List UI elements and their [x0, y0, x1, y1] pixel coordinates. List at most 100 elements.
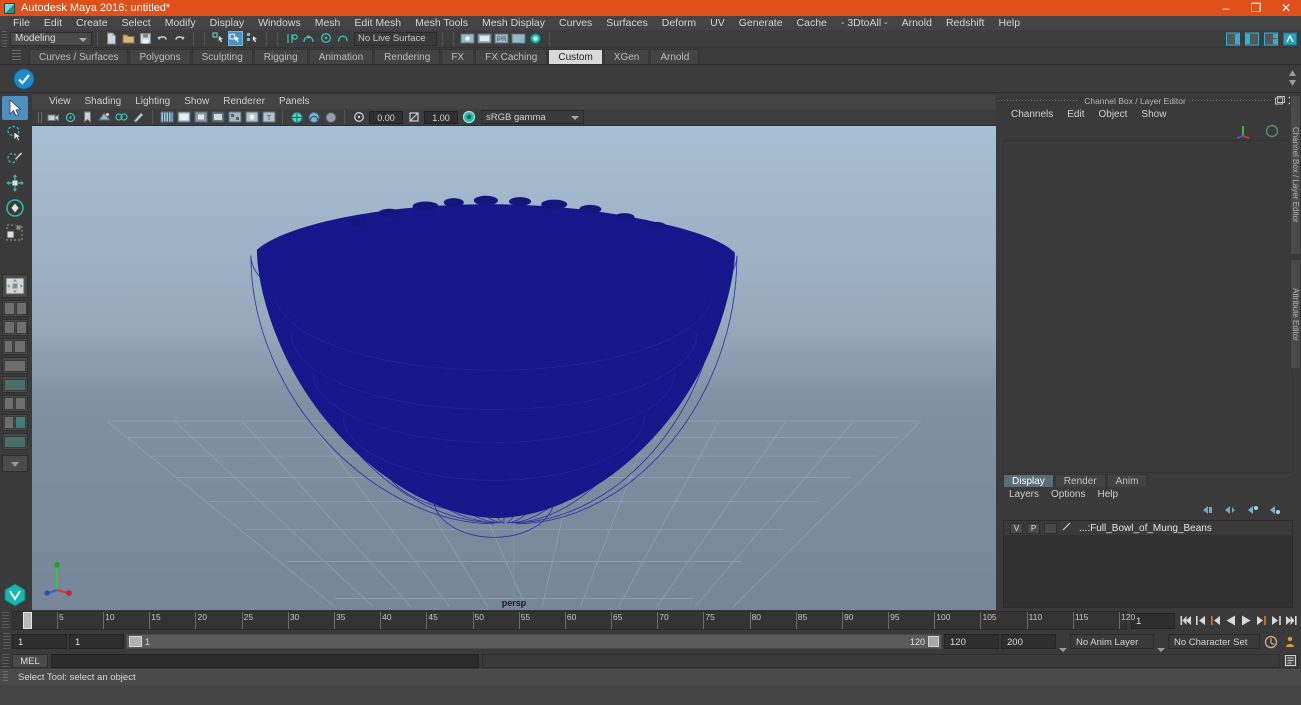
command-input-field[interactable] [51, 653, 479, 668]
exposure-icon[interactable] [351, 110, 366, 125]
layer-tab-anim[interactable]: Anim [1106, 474, 1148, 487]
step-forward-key-button[interactable] [1269, 613, 1283, 629]
menu-item-redshift[interactable]: Redshift [939, 16, 992, 30]
range-grip[interactable] [3, 633, 10, 650]
viewport-menu-view[interactable]: View [42, 95, 78, 109]
menu-item-3dtoall[interactable]: - 3DtoAll - [834, 16, 895, 30]
shelf-tab-polygons[interactable]: Polygons [129, 49, 191, 64]
new-scene-icon[interactable] [104, 31, 119, 46]
bookmark-icon[interactable] [80, 110, 95, 125]
viewport-menu-renderer[interactable]: Renderer [216, 95, 272, 109]
menu-item-generate[interactable]: Generate [732, 16, 790, 30]
shelf-tab-fx-caching[interactable]: FX Caching [475, 49, 548, 64]
menu-item-file[interactable]: File [6, 16, 37, 30]
menu-item-mesh-tools[interactable]: Mesh Tools [408, 16, 475, 30]
help-line-grip[interactable] [3, 671, 8, 683]
menu-item-uv[interactable]: UV [703, 16, 732, 30]
toolbar-grip[interactable] [2, 30, 7, 47]
rotate-tool-button[interactable] [2, 196, 28, 220]
select-by-object-type-icon[interactable] [228, 31, 243, 46]
playback-start-time-field[interactable]: 1 [69, 634, 124, 649]
shelf-tab-fx[interactable]: FX [441, 49, 475, 64]
toolbox-more-button[interactable] [2, 455, 28, 472]
channel-box-menu-object[interactable]: Object [1092, 106, 1135, 124]
camera-attributes-icon[interactable] [63, 110, 78, 125]
open-render-view-icon[interactable] [460, 31, 475, 46]
perspective-viewport[interactable]: persp [32, 126, 996, 610]
color-management-toggle-icon[interactable] [461, 110, 476, 125]
panel-undock-icon[interactable] [1275, 96, 1285, 105]
xray-joints-icon[interactable] [306, 110, 321, 125]
new-layer-icon[interactable] [1201, 504, 1215, 516]
menu-item-select[interactable]: Select [115, 16, 158, 30]
step-forward-frame-button[interactable] [1254, 613, 1268, 629]
use-all-lights-icon[interactable] [210, 110, 225, 125]
auto-keyframe-toggle-icon[interactable] [1263, 634, 1278, 649]
smooth-shade-selected-icon[interactable] [193, 110, 208, 125]
go-to-start-button[interactable] [1179, 613, 1193, 629]
vertical-tab-attribute-editor[interactable]: Attribute Editor [1290, 259, 1301, 369]
shelf-grip[interactable] [12, 50, 21, 61]
viewport-menu-lighting[interactable]: Lighting [128, 95, 177, 109]
redo-icon[interactable] [172, 31, 187, 46]
layer-name[interactable]: ...:Full_Bowl_of_Mung_Beans [1079, 523, 1212, 534]
snap-to-curve-icon[interactable] [301, 31, 316, 46]
layer-membership-icon[interactable] [1267, 504, 1281, 516]
viewport-grip-icon[interactable] [36, 111, 45, 124]
time-slider-grip[interactable] [2, 612, 9, 629]
snap-to-grid-icon[interactable] [284, 31, 299, 46]
range-slider-right-handle[interactable] [928, 636, 939, 647]
menu-item-curves[interactable]: Curves [552, 16, 599, 30]
quick-layout-two-stacked-button[interactable] [2, 319, 28, 336]
layer-menu-options[interactable]: Options [1045, 487, 1091, 502]
menu-item-help[interactable]: Help [991, 16, 1027, 30]
image-plane-icon[interactable] [97, 110, 112, 125]
anim-layer-field[interactable]: No Anim Layer [1070, 634, 1154, 649]
close-button[interactable]: ✕ [1271, 0, 1301, 16]
menu-item-arnold[interactable]: Arnold [895, 16, 939, 30]
character-set-field[interactable]: No Character Set [1168, 634, 1260, 649]
shelf-tab-sculpting[interactable]: Sculpting [191, 49, 253, 64]
xray-active-components-icon[interactable] [323, 110, 338, 125]
time-slider-track[interactable]: 1 5 10 15 20 25 30 35 40 45 50 55 60 65 70 75 80 85 90 95 1… [12, 611, 1135, 630]
maya-help-icon[interactable] [1282, 31, 1297, 46]
quick-layout-outliner-persp-button[interactable] [2, 395, 28, 412]
play-forwards-button[interactable] [1239, 613, 1253, 629]
menu-item-mesh-display[interactable]: Mesh Display [475, 16, 552, 30]
hypershade-icon[interactable] [528, 31, 543, 46]
animation-start-time-field[interactable]: 1 [12, 634, 67, 649]
menu-item-mesh[interactable]: Mesh [308, 16, 348, 30]
quick-layout-hypershade-button[interactable] [2, 376, 28, 393]
layer-playback-toggle[interactable]: P [1027, 522, 1040, 534]
channel-box-attribute-list[interactable] [1003, 140, 1293, 473]
gamma-field[interactable]: 1.00 [424, 110, 458, 124]
shelf-scroll-arrows[interactable] [1288, 69, 1297, 87]
channel-box-menu-channels[interactable]: Channels [1004, 106, 1060, 124]
menu-item-deform[interactable]: Deform [655, 16, 703, 30]
shadows-icon[interactable] [227, 110, 242, 125]
menu-item-cache[interactable]: Cache [790, 16, 834, 30]
quick-layout-extra-button[interactable] [2, 433, 28, 450]
wireframe-shading-icon[interactable] [159, 110, 174, 125]
quick-layout-graph-editor-button[interactable] [2, 414, 28, 431]
xray-mode-icon[interactable] [289, 110, 304, 125]
snap-to-point-icon[interactable] [318, 31, 333, 46]
quick-layout-single-perspective-button[interactable] [2, 357, 28, 374]
twopoint-perspective-icon[interactable] [114, 110, 129, 125]
render-settings-icon[interactable] [511, 31, 526, 46]
select-tool-button[interactable] [2, 96, 28, 120]
menu-set-selector[interactable]: Modeling [10, 31, 92, 46]
range-slider[interactable]: 1 120 [126, 634, 942, 649]
select-by-component-type-icon[interactable] [245, 31, 260, 46]
display-layer-row[interactable]: V P ...:Full_Bowl_of_Mung_Beans [1004, 521, 1292, 535]
shelf-tab-xgen[interactable]: XGen [603, 49, 650, 64]
show-hide-tool-settings-icon[interactable] [1244, 31, 1259, 46]
channel-box-menu-edit[interactable]: Edit [1060, 106, 1091, 124]
snap-to-projected-center-icon[interactable] [335, 31, 350, 46]
maximize-button[interactable]: ❐ [1241, 0, 1271, 16]
menu-item-edit[interactable]: Edit [37, 16, 69, 30]
layer-visibility-toggle[interactable]: V [1010, 522, 1023, 534]
menu-item-surfaces[interactable]: Surfaces [599, 16, 654, 30]
quick-layout-persp-outliner-button[interactable] [2, 338, 28, 355]
display-layer-list[interactable]: V P ...:Full_Bowl_of_Mung_Beans [1003, 520, 1293, 608]
